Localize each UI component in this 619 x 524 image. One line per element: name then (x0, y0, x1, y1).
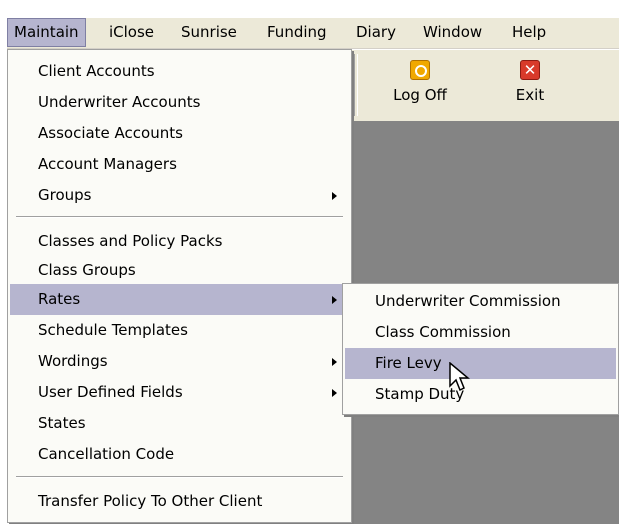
key-icon (410, 60, 430, 80)
application-window: Maintain iClose Sunrise Funding Diary Wi… (0, 0, 619, 524)
menu-separator (16, 476, 343, 478)
menu-separator (16, 216, 343, 218)
rates-submenu: Underwriter Commission Class Commission … (342, 283, 619, 415)
submenu-arrow-icon (332, 358, 337, 366)
submenu-arrow-icon (332, 389, 337, 397)
menu-item-schedule-templates[interactable]: Schedule Templates (10, 315, 349, 346)
menu-item-underwriter-accounts[interactable]: Underwriter Accounts (10, 87, 349, 118)
menu-item-class-groups[interactable]: Class Groups (10, 255, 349, 286)
menu-sunrise[interactable]: Sunrise (175, 18, 243, 47)
mouse-cursor-icon (449, 362, 470, 392)
submenu-arrow-icon (332, 192, 337, 200)
submenu-arrow-icon (332, 296, 337, 304)
menu-item-rates-label: Rates (38, 290, 81, 308)
menu-diary[interactable]: Diary (350, 18, 402, 47)
menu-item-account-managers[interactable]: Account Managers (10, 149, 349, 180)
toolbar-separator (354, 54, 358, 116)
close-icon: ✕ (520, 60, 540, 80)
toolbar: Log Off ✕ Exit (352, 49, 619, 121)
menu-help[interactable]: Help (506, 18, 552, 47)
submenu-item-underwriter-commission[interactable]: Underwriter Commission (345, 286, 616, 317)
menu-item-cancellation-code[interactable]: Cancellation Code (10, 439, 349, 470)
menu-funding[interactable]: Funding (261, 18, 333, 47)
exit-button[interactable]: ✕ Exit (480, 54, 580, 116)
menu-bar: Maintain iClose Sunrise Funding Diary Wi… (7, 18, 619, 49)
menu-item-rates[interactable]: Rates (10, 284, 349, 315)
menu-item-classes-policy-packs[interactable]: Classes and Policy Packs (10, 226, 349, 257)
submenu-item-stamp-duty[interactable]: Stamp Duty (345, 379, 616, 410)
menu-iclose[interactable]: iClose (103, 18, 160, 47)
maintain-menu: Client Accounts Underwriter Accounts Ass… (7, 49, 352, 523)
menu-item-wordings[interactable]: Wordings (10, 346, 349, 377)
exit-label: Exit (515, 86, 545, 104)
submenu-item-fire-levy[interactable]: Fire Levy (345, 348, 616, 379)
menu-item-states[interactable]: States (10, 408, 349, 439)
menu-item-groups-label: Groups (38, 186, 92, 204)
menu-window[interactable]: Window (417, 18, 488, 47)
logoff-label: Log Off (393, 86, 447, 104)
menu-item-user-defined-fields-label: User Defined Fields (38, 383, 183, 401)
menu-item-associate-accounts[interactable]: Associate Accounts (10, 118, 349, 149)
menu-item-transfer-policy[interactable]: Transfer Policy To Other Client (10, 486, 349, 517)
menu-item-groups[interactable]: Groups (10, 180, 349, 211)
menu-item-user-defined-fields[interactable]: User Defined Fields (10, 377, 349, 408)
logoff-button[interactable]: Log Off (370, 54, 470, 116)
menu-item-wordings-label: Wordings (38, 352, 108, 370)
menu-maintain[interactable]: Maintain (7, 18, 86, 47)
menu-item-client-accounts[interactable]: Client Accounts (10, 56, 349, 87)
submenu-item-class-commission[interactable]: Class Commission (345, 317, 616, 348)
